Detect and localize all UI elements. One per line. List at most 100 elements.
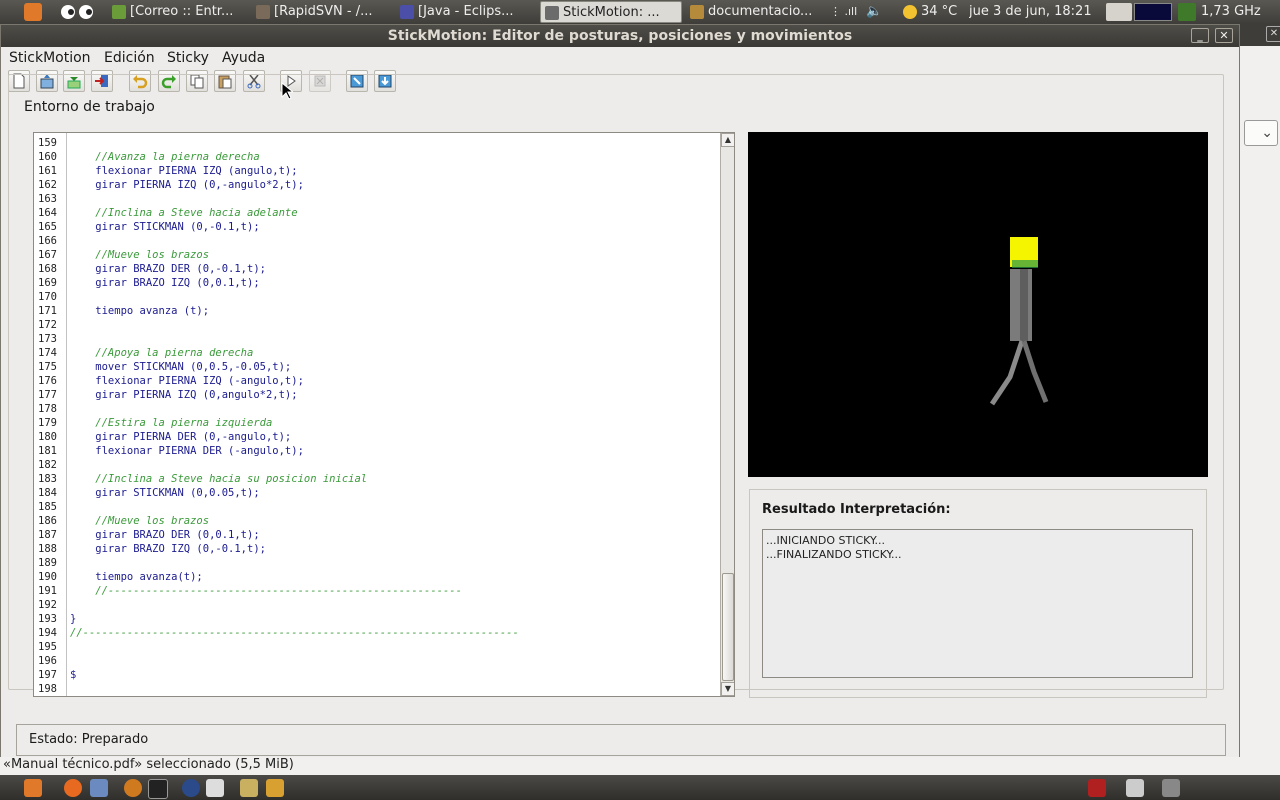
menu-ayuda[interactable]: Ayuda bbox=[222, 49, 265, 67]
ubuntu-logo-icon[interactable] bbox=[24, 779, 42, 797]
code-line[interactable]: 190 tiempo avanza(t); bbox=[34, 570, 714, 584]
code-line[interactable]: 191 //----------------------------------… bbox=[34, 584, 714, 598]
window-titlebar[interactable]: StickMotion: Editor de posturas, posicio… bbox=[1, 25, 1239, 47]
display-icon[interactable] bbox=[1106, 3, 1132, 21]
code-line[interactable]: 176 flexionar PIERNA IZQ (-angulo,t); bbox=[34, 374, 714, 388]
code-line[interactable]: 182 bbox=[34, 458, 714, 472]
taskbar-item[interactable]: [RapidSVN - /... bbox=[252, 1, 392, 23]
code-line[interactable]: 166 bbox=[34, 234, 714, 248]
line-text: tiempo avanza (t); bbox=[70, 305, 210, 317]
close-icon[interactable]: ✕ bbox=[1215, 28, 1233, 43]
show-desktop-icon[interactable] bbox=[1162, 779, 1180, 797]
code-line[interactable]: 197 $ bbox=[34, 668, 714, 682]
code-line[interactable]: 185 bbox=[34, 500, 714, 514]
3d-viewport[interactable] bbox=[748, 132, 1208, 477]
code-line[interactable]: 167 //Mueve los brazos bbox=[34, 248, 714, 262]
taskbar-item[interactable]: StickMotion: ... bbox=[540, 1, 682, 23]
top-panel: [Correo :: Entr... [RapidSVN - /... [Java … bbox=[0, 0, 1280, 24]
menu-edicion[interactable]: Edición bbox=[104, 49, 155, 67]
line-number: 172 bbox=[38, 319, 57, 331]
clock[interactable]: jue 3 de jun, 18:21 bbox=[969, 2, 1092, 22]
scroll-down-icon[interactable]: ▼ bbox=[721, 682, 734, 696]
code-line[interactable]: 165 girar STICKMAN (0,-0.1,t); bbox=[34, 220, 714, 234]
code-line[interactable]: 174 //Apoya la pierna derecha bbox=[34, 346, 714, 360]
code-editor[interactable]: 159 160 //Avanza la pierna derecha 161 fle… bbox=[33, 132, 735, 697]
code-line[interactable]: 161 flexionar PIERNA IZQ (angulo,t); bbox=[34, 164, 714, 178]
cpu-freq-icon bbox=[1178, 3, 1196, 21]
bottom-panel bbox=[0, 775, 1280, 800]
contacts-icon[interactable] bbox=[90, 779, 108, 797]
indicator-icon[interactable] bbox=[1088, 779, 1106, 797]
taskbar-item[interactable]: documentacio... bbox=[686, 1, 826, 23]
system-monitor-icon[interactable] bbox=[1134, 3, 1172, 21]
result-line: ...FINALIZANDO STICKY... bbox=[766, 548, 902, 561]
line-text: girar PIERNA IZQ (0,-angulo*2,t); bbox=[70, 179, 304, 191]
background-window: ✕ ⌄ bbox=[1240, 24, 1280, 760]
code-line[interactable]: 168 girar BRAZO DER (0,-0.1,t); bbox=[34, 262, 714, 276]
scroll-up-icon[interactable]: ▲ bbox=[721, 133, 734, 147]
menubar: StickMotion Edición Sticky Ayuda bbox=[1, 47, 1239, 67]
line-number: 177 bbox=[38, 389, 57, 401]
terminal-icon[interactable] bbox=[148, 779, 168, 799]
code-line[interactable]: 169 girar BRAZO IZQ (0,0.1,t); bbox=[34, 276, 714, 290]
result-output[interactable]: ...INICIANDO STICKY... ...FINALIZANDO ST… bbox=[762, 529, 1193, 678]
taskbar-item[interactable]: [Correo :: Entr... bbox=[108, 1, 248, 23]
editor-scrollbar[interactable]: ▲ ▼ bbox=[720, 133, 734, 696]
thunderbird-icon[interactable] bbox=[124, 779, 142, 797]
line-number: 189 bbox=[38, 557, 57, 569]
code-line[interactable]: 173 bbox=[34, 332, 714, 346]
code-line[interactable]: 196 bbox=[34, 654, 714, 668]
pidgin-icon[interactable] bbox=[206, 779, 224, 797]
line-number: 174 bbox=[38, 347, 57, 359]
firefox-icon[interactable] bbox=[64, 779, 82, 797]
menu-sticky[interactable]: Sticky bbox=[167, 49, 209, 67]
line-number: 196 bbox=[38, 655, 57, 667]
line-number: 190 bbox=[38, 571, 57, 583]
code-line[interactable]: 178 bbox=[34, 402, 714, 416]
code-line[interactable]: 160 //Avanza la pierna derecha bbox=[34, 150, 714, 164]
code-line[interactable]: 189 bbox=[34, 556, 714, 570]
code-line[interactable]: 195 bbox=[34, 640, 714, 654]
code-line[interactable]: 159 bbox=[34, 136, 714, 150]
cpu-frequency[interactable]: 1,73 GHz bbox=[1201, 2, 1261, 22]
code-line[interactable]: 188 girar BRAZO IZQ (0,-0.1,t); bbox=[34, 542, 714, 556]
code-line[interactable]: 194 //-----------------------------------… bbox=[34, 626, 714, 640]
code-line[interactable]: 180 girar PIERNA DER (0,-angulo,t); bbox=[34, 430, 714, 444]
code-line[interactable]: 164 //Inclina a Steve hacia adelante bbox=[34, 206, 714, 220]
code-line[interactable]: 171 tiempo avanza (t); bbox=[34, 304, 714, 318]
eclipse-icon[interactable] bbox=[182, 779, 200, 797]
code-line[interactable]: 162 girar PIERNA IZQ (0,-angulo*2,t); bbox=[34, 178, 714, 192]
status-bar bbox=[16, 724, 1226, 756]
background-dropdown-chevron-icon[interactable]: ⌄ bbox=[1244, 120, 1278, 146]
stickman-neck bbox=[1012, 260, 1038, 268]
ubuntu-menu-icon[interactable] bbox=[24, 3, 42, 21]
code-line[interactable]: 179 //Estira la pierna izquierda bbox=[34, 416, 714, 430]
code-line[interactable]: 198 bbox=[34, 682, 714, 696]
home-folder-icon[interactable] bbox=[266, 779, 284, 797]
result-line: ...INICIANDO STICKY... bbox=[766, 534, 885, 547]
code-line[interactable]: 187 girar BRAZO DER (0,0.1,t); bbox=[34, 528, 714, 542]
line-number: 193 bbox=[38, 613, 57, 625]
volume-icon[interactable]: 🔈 bbox=[866, 2, 886, 22]
code-line[interactable]: 163 bbox=[34, 192, 714, 206]
code-line[interactable]: 192 bbox=[34, 598, 714, 612]
taskbar-item[interactable]: [Java - Eclips... bbox=[396, 1, 532, 23]
code-line[interactable]: 184 girar STICKMAN (0,0.05,t); bbox=[34, 486, 714, 500]
code-line[interactable]: 181 flexionar PIERNA DER (-angulo,t); bbox=[34, 444, 714, 458]
folder-icon[interactable] bbox=[240, 779, 258, 797]
menu-stickmotion[interactable]: StickMotion bbox=[9, 49, 91, 67]
code-line[interactable]: 175 mover STICKMAN (0,0.5,-0.05,t); bbox=[34, 360, 714, 374]
code-line[interactable]: 170 bbox=[34, 290, 714, 304]
workspace-switcher-icon[interactable] bbox=[1126, 779, 1144, 797]
weather-temp[interactable]: 34 °C bbox=[921, 2, 957, 22]
code-line[interactable]: 183 //Inclina a Steve hacia su posicion … bbox=[34, 472, 714, 486]
background-window-close-icon[interactable]: ✕ bbox=[1266, 26, 1280, 42]
line-text: flexionar PIERNA DER (-angulo,t); bbox=[70, 445, 304, 457]
code-line[interactable]: 193} bbox=[34, 612, 714, 626]
code-line[interactable]: 186 //Mueve los brazos bbox=[34, 514, 714, 528]
code-line[interactable]: 172 bbox=[34, 318, 714, 332]
line-number: 194 bbox=[38, 627, 57, 639]
code-line[interactable]: 177 girar PIERNA IZQ (0,angulo*2,t); bbox=[34, 388, 714, 402]
minimize-icon[interactable]: _ bbox=[1191, 28, 1209, 43]
scrollbar-thumb[interactable] bbox=[722, 573, 734, 681]
